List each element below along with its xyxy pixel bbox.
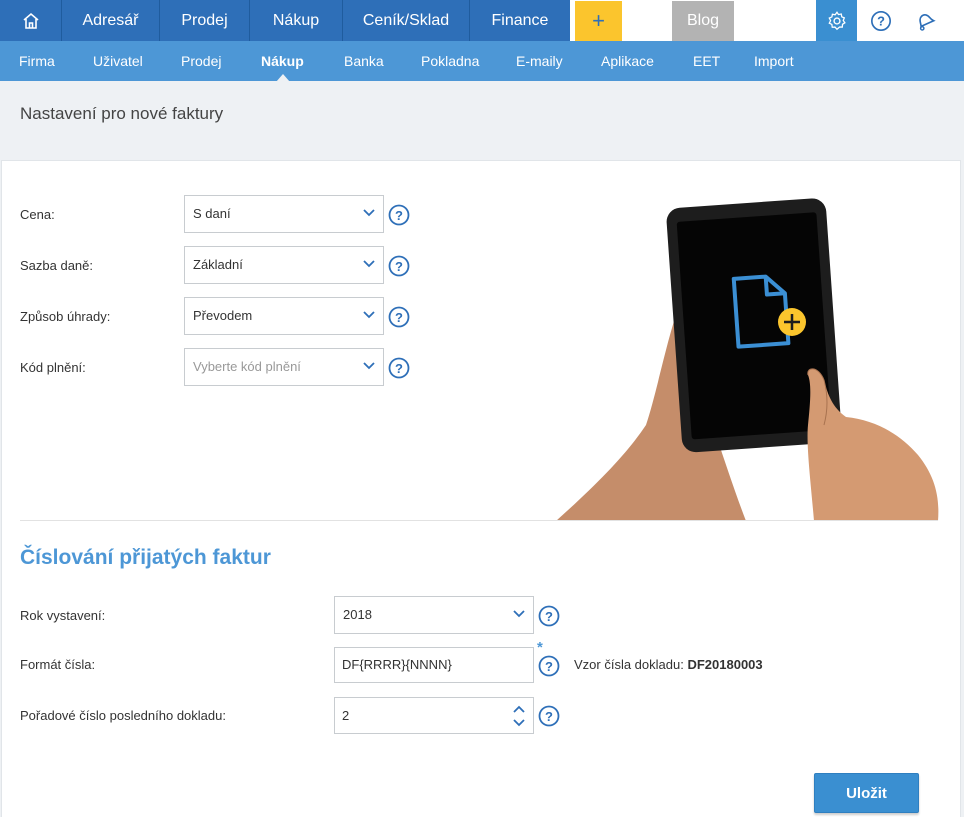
kod-placeholder: Vyberte kód plnění (193, 359, 301, 374)
svg-text:?: ? (395, 310, 403, 325)
save-button[interactable]: Uložit (814, 773, 919, 813)
cena-label: Cena: (20, 207, 55, 222)
chevron-down-icon (363, 209, 375, 217)
chevron-down-icon (363, 362, 375, 370)
poradove-stepper[interactable]: 2 (334, 697, 534, 734)
help-circle-icon[interactable]: ? (538, 605, 560, 627)
help-icon: ? (871, 11, 891, 31)
svg-text:?: ? (395, 361, 403, 376)
main-nav: Adresář Prodej Nákup Ceník/Sklad Finance (0, 0, 570, 41)
svg-text:?: ? (545, 659, 553, 674)
stepper-arrows-icon[interactable] (513, 704, 525, 728)
nav-finance[interactable]: Finance (470, 0, 570, 41)
tablet-illustration (556, 198, 939, 521)
cena-select[interactable]: S daní (184, 195, 384, 233)
svg-text:?: ? (877, 14, 885, 29)
top-bar: Adresář Prodej Nákup Ceník/Sklad Finance… (0, 0, 964, 41)
subnav-prodej[interactable]: Prodej (181, 41, 221, 81)
numbering-section-title: Číslování přijatých faktur (20, 546, 271, 569)
add-button[interactable]: + (575, 1, 622, 41)
help-circle-icon[interactable]: ? (388, 306, 410, 328)
blog-button[interactable]: Blog (672, 1, 734, 41)
help-circle-icon[interactable]: ? (538, 705, 560, 727)
chevron-down-icon (363, 260, 375, 268)
help-circle-icon[interactable]: ? (388, 255, 410, 277)
number-preview-label: Vzor čísla dokladu: (574, 657, 684, 672)
nav-nakup[interactable]: Nákup (250, 0, 343, 41)
home-icon (22, 12, 39, 29)
number-preview: Vzor čísla dokladu: DF20180003 (574, 657, 763, 672)
format-input[interactable]: DF{RRRR}{NNNN} (334, 647, 534, 683)
nav-cenik-sklad[interactable]: Ceník/Sklad (343, 0, 470, 41)
kod-label: Kód plnění: (20, 360, 86, 375)
required-marker: * (537, 639, 543, 656)
section-divider (20, 520, 938, 521)
help-circle-icon[interactable]: ? (388, 204, 410, 226)
home-button[interactable] (0, 0, 62, 41)
subnav-firma[interactable]: Firma (19, 41, 55, 81)
subnav-import[interactable]: Import (754, 41, 794, 81)
chevron-down-icon (513, 610, 525, 618)
rok-value: 2018 (343, 607, 372, 622)
active-tab-caret (276, 74, 290, 82)
chevron-down-icon (363, 311, 375, 319)
help-circle-icon[interactable]: ? (388, 357, 410, 379)
nav-adresar[interactable]: Adresář (62, 0, 160, 41)
format-value: DF{RRRR}{NNNN} (342, 657, 452, 672)
help-circle-icon[interactable]: ? (538, 655, 560, 677)
subnav-uzivatel[interactable]: Uživatel (93, 41, 143, 81)
rok-label: Rok vystavení: (20, 608, 106, 623)
number-preview-value: DF20180003 (687, 657, 763, 672)
poradove-value: 2 (342, 708, 350, 723)
help-button[interactable]: ? (866, 6, 896, 36)
uhrada-label: Způsob úhrady: (20, 309, 111, 324)
settings-button[interactable] (816, 0, 857, 41)
uhrada-value: Převodem (193, 308, 253, 323)
subnav-pokladna[interactable]: Pokladna (421, 41, 479, 81)
svg-text:?: ? (545, 609, 553, 624)
page-title: Nastavení pro nové faktury (20, 104, 224, 123)
sub-nav: Firma Uživatel Prodej Nákup Banka Poklad… (0, 41, 964, 81)
notifications-button[interactable] (910, 6, 940, 36)
format-label: Formát čísla: (20, 657, 96, 672)
svg-text:?: ? (395, 208, 403, 223)
gear-icon (827, 10, 846, 30)
sazba-label: Sazba daně: (20, 258, 94, 273)
subnav-eet[interactable]: EET (693, 41, 720, 81)
poradove-label: Pořadové číslo posledního dokladu: (20, 708, 226, 723)
nav-prodej[interactable]: Prodej (160, 0, 250, 41)
subnav-banka[interactable]: Banka (344, 41, 384, 81)
kod-select[interactable]: Vyberte kód plnění (184, 348, 384, 386)
rok-select[interactable]: 2018 (334, 596, 534, 634)
subnav-aplikace[interactable]: Aplikace (601, 41, 654, 81)
svg-text:?: ? (545, 709, 553, 724)
sazba-select[interactable]: Základní (184, 246, 384, 284)
svg-text:?: ? (395, 259, 403, 274)
cena-value: S daní (193, 206, 231, 221)
uhrada-select[interactable]: Převodem (184, 297, 384, 335)
sazba-value: Základní (193, 257, 243, 272)
bell-icon (919, 14, 936, 31)
subnav-emaily[interactable]: E-maily (516, 41, 563, 81)
